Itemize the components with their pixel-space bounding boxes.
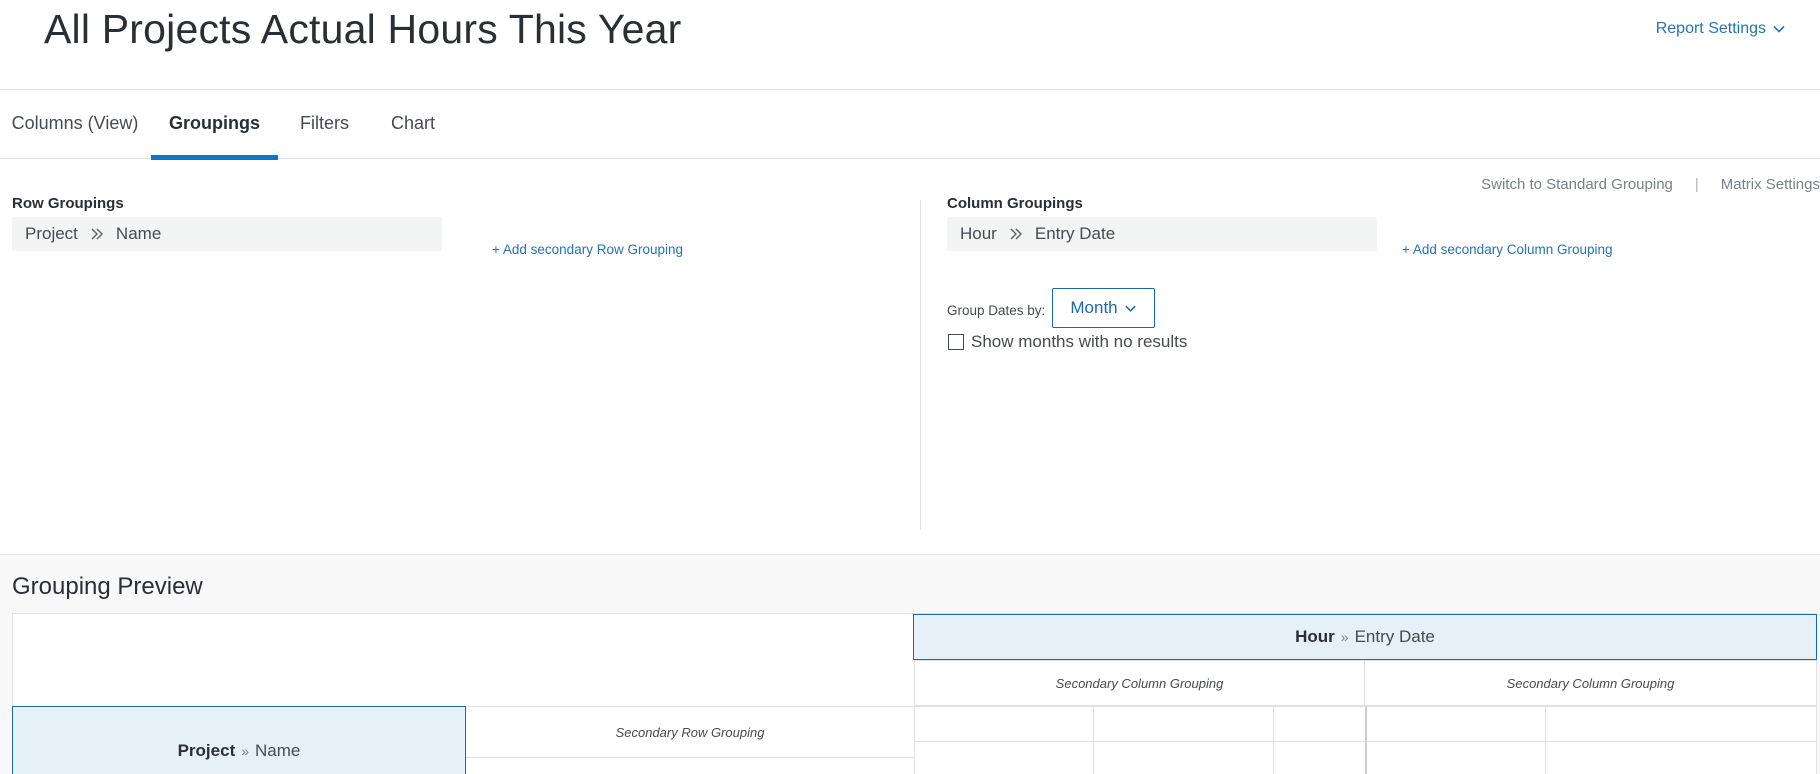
preview-empty-cell [1093,706,1274,742]
show-empty-months-checkbox[interactable] [948,334,964,350]
preview-row-header-object: Project [177,741,236,760]
preview-separator: » [241,743,250,759]
tab-columns-view[interactable]: Columns (View) [10,90,140,159]
chevron-down-icon [1124,305,1136,312]
column-grouping-object: Hour [960,224,997,243]
group-dates-dropdown[interactable]: Month [1052,288,1155,328]
preview-empty-cell [1273,741,1366,774]
column-groupings-label: Column Groupings [947,195,1083,212]
double-chevron-right-icon [91,228,103,240]
secondary-row-grouping-cell: Secondary Row Grouping [465,706,915,758]
preview-column-header: Hour » Entry Date [913,614,1817,660]
section-divider [920,200,921,530]
preview-empty-cell [1273,706,1366,742]
preview-empty-cell [1365,741,1546,774]
chevron-down-icon [1773,25,1785,33]
grouping-preview-title: Grouping Preview [12,573,203,600]
report-settings-button[interactable]: Report Settings [1656,20,1786,38]
column-grouping-field-name: Entry Date [1034,224,1116,243]
column-grouping-field[interactable]: Hour Entry Date [947,217,1377,251]
tab-bar: Columns (View) Groupings Filters Chart [0,90,1820,160]
page-title: All Projects Actual Hours This Year [44,6,682,52]
preview-row-header-field: Name [255,741,301,760]
secondary-column-grouping-cell: Secondary Column Grouping [914,660,1365,706]
matrix-settings-link[interactable]: Matrix Settings [1721,176,1820,193]
preview-column-header-object: Hour [1295,627,1335,646]
row-grouping-object: Project [25,224,78,243]
show-empty-months-row: Show months with no results [948,332,1187,352]
preview-empty-cell [914,741,1094,774]
preview-empty-cell [1545,741,1817,774]
grouping-mode-links: Switch to Standard Grouping | Matrix Set… [1481,176,1820,193]
preview-empty-cell [465,757,915,774]
double-chevron-right-icon [1010,228,1022,240]
tab-filters[interactable]: Filters [300,90,349,159]
switch-to-standard-grouping-link[interactable]: Switch to Standard Grouping [1481,176,1673,193]
preview-empty-cell [1365,706,1546,742]
preview-empty-cell [1093,741,1274,774]
preview-row-header: Project » Name [12,706,466,774]
preview-column-header-field: Entry Date [1354,627,1435,646]
preview-grid: Hour » Entry Date Secondary Column Group… [12,613,1817,774]
add-secondary-column-grouping-link[interactable]: + Add secondary Column Grouping [1402,242,1613,257]
link-separator: | [1694,176,1699,193]
secondary-column-grouping-cell: Secondary Column Grouping [1364,660,1817,706]
preview-separator: » [1340,629,1349,645]
show-empty-months-label: Show months with no results [971,332,1188,351]
report-settings-label: Report Settings [1655,20,1766,37]
row-grouping-field[interactable]: Project Name [12,217,442,251]
tab-chart[interactable]: Chart [391,90,435,159]
grouping-preview: Grouping Preview Hour » Entry Date Secon… [0,554,1820,774]
tab-groupings[interactable]: Groupings [151,90,278,160]
add-secondary-row-grouping-link[interactable]: + Add secondary Row Grouping [492,242,683,257]
preview-empty-cell [914,706,1094,742]
group-dates-value: Month [1070,298,1118,317]
page-header: All Projects Actual Hours This Year Repo… [0,0,1820,90]
row-groupings-label: Row Groupings [12,195,124,212]
preview-empty-cell [1545,706,1817,742]
group-dates-label: Group Dates by: [947,303,1046,318]
row-grouping-field-name: Name [115,224,162,243]
